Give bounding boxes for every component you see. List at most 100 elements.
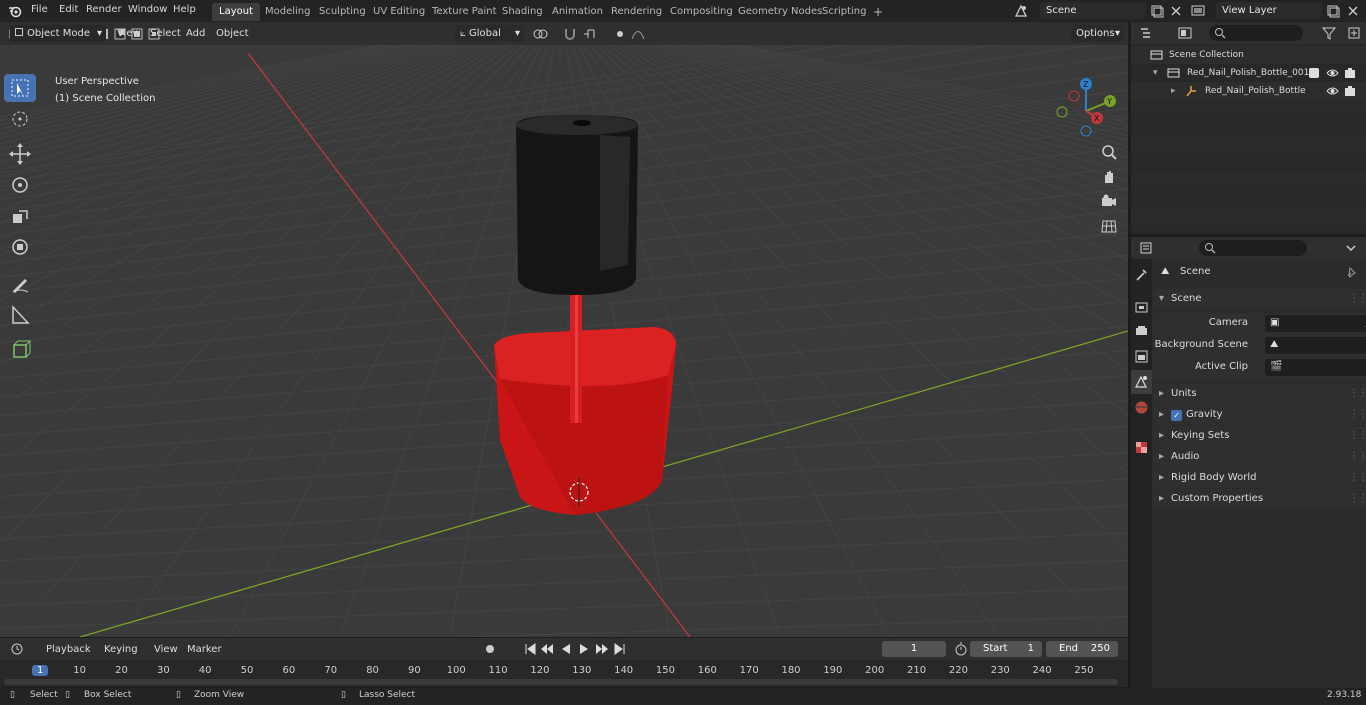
chevron-down-icon[interactable]: [1343, 240, 1359, 256]
background-scene-field[interactable]: ⛰: [1265, 337, 1366, 354]
pin-icon[interactable]: [1345, 266, 1357, 278]
add-cube-tool[interactable]: [4, 336, 36, 364]
select-box-tool[interactable]: [4, 74, 36, 102]
auto-keying-icon[interactable]: [482, 641, 498, 657]
jump-keyframe-forward-icon[interactable]: [594, 641, 610, 657]
current-frame-field[interactable]: 1: [882, 641, 946, 657]
active-clip-field[interactable]: 🎬: [1265, 359, 1366, 376]
drag-handle-icon[interactable]: ⋮⋮: [1349, 405, 1366, 425]
navigation-gizmo[interactable]: Z Y X: [1052, 75, 1122, 145]
outliner-search-input[interactable]: [1209, 25, 1303, 41]
tab-shading[interactable]: Shading: [495, 3, 550, 21]
custom-properties-panel-header[interactable]: ▸ Custom Properties ⋮⋮: [1153, 489, 1366, 509]
menu-file[interactable]: File: [31, 4, 48, 15]
transform-orientation-dropdown[interactable]: ⟀ Global ▾: [455, 25, 524, 42]
viewport-menu-object[interactable]: Object: [216, 25, 249, 42]
add-workspace-button[interactable]: +: [866, 3, 890, 21]
menu-render[interactable]: Render: [86, 4, 122, 15]
snap-target-icon[interactable]: [582, 26, 598, 42]
world-tab-icon[interactable]: [1133, 399, 1150, 416]
rotate-tool[interactable]: [4, 171, 36, 199]
object-mode-dropdown[interactable]: Object Mode ▾: [10, 25, 106, 42]
tab-uv-editing[interactable]: UV Editing: [366, 3, 432, 21]
properties-editor-icon[interactable]: [1139, 240, 1155, 256]
tool-settings-tab-icon[interactable]: [1133, 267, 1150, 284]
gravity-panel-header[interactable]: ▸ ✓ Gravity ⋮⋮: [1153, 405, 1366, 425]
units-panel-header[interactable]: ▸ Units ⋮⋮: [1153, 384, 1366, 404]
timeline-scrollbar[interactable]: [4, 679, 1118, 685]
output-tab-icon[interactable]: [1133, 323, 1150, 340]
scale-tool[interactable]: [4, 202, 36, 230]
stopwatch-icon[interactable]: [953, 641, 969, 657]
rigid-body-world-panel-header[interactable]: ▸ Rigid Body World ⋮⋮: [1153, 468, 1366, 488]
keying-sets-panel-header[interactable]: ▸ Keying Sets ⋮⋮: [1153, 426, 1366, 446]
scene-name-field[interactable]: Scene: [1040, 2, 1146, 19]
play-icon[interactable]: [576, 641, 592, 657]
play-reverse-icon[interactable]: [558, 641, 574, 657]
transform-tool[interactable]: [4, 233, 36, 261]
outliner-row-bottle-object[interactable]: ▸ Red_Nail_Polish_Bottle: [1131, 82, 1366, 100]
expand-arrow-icon[interactable]: ▸: [1171, 82, 1176, 100]
menu-window[interactable]: Window: [128, 4, 167, 15]
camera-view-icon[interactable]: [1100, 192, 1118, 210]
timeline-frames[interactable]: 1 10 20 30 40 50 60 70 80 90 100 110 120 130 140 150 160…: [0, 660, 1128, 687]
neg-x-axis-icon[interactable]: [1068, 90, 1080, 102]
drag-handle-icon[interactable]: ⋮⋮: [1349, 468, 1366, 488]
eye-icon[interactable]: [1326, 85, 1339, 97]
scene-tab-active[interactable]: [1131, 370, 1152, 394]
camera-render-icon[interactable]: [1344, 85, 1356, 97]
jump-keyframe-back-icon[interactable]: [539, 641, 555, 657]
cursor-tool[interactable]: [4, 105, 36, 133]
pan-hand-icon[interactable]: [1100, 168, 1118, 186]
start-frame-field[interactable]: Start 1: [970, 641, 1042, 657]
drag-handle-icon[interactable]: ⋮⋮: [1349, 289, 1366, 309]
timeline-menu-view[interactable]: View: [154, 641, 178, 658]
3d-viewport[interactable]: User Perspective (1) Scene Collection Z …: [0, 45, 1128, 637]
properties-search-input[interactable]: [1199, 240, 1307, 256]
tab-compositing[interactable]: Compositing: [663, 3, 740, 21]
gravity-checkbox[interactable]: ✓: [1171, 410, 1182, 421]
outliner-row-bottle-collection[interactable]: ▾ Red_Nail_Polish_Bottle_001: [1131, 64, 1366, 82]
grid-view-icon[interactable]: [1100, 217, 1118, 235]
viewport-menu-select[interactable]: Select: [150, 25, 181, 42]
scene-panel-header[interactable]: ▾ Scene ⋮⋮: [1153, 289, 1366, 309]
timeline-menu-marker[interactable]: Marker: [187, 641, 222, 658]
timeline-editor-icon[interactable]: [10, 641, 26, 657]
render-tab-icon[interactable]: [1133, 299, 1150, 316]
proportional-edit-icon[interactable]: [612, 26, 628, 42]
drag-handle-icon[interactable]: ⋮⋮: [1349, 489, 1366, 509]
texture-tab-icon[interactable]: [1133, 439, 1150, 456]
view-layer-icon[interactable]: [1190, 3, 1206, 19]
blender-logo-icon[interactable]: [8, 4, 22, 18]
tab-sculpting[interactable]: Sculpting: [312, 3, 373, 21]
new-scene-icon[interactable]: [1149, 3, 1165, 19]
drag-handle-icon[interactable]: ⋮⋮: [1349, 447, 1366, 467]
menu-edit[interactable]: Edit: [59, 4, 78, 15]
outliner-editor-icon[interactable]: [1139, 25, 1155, 41]
tab-rendering[interactable]: Rendering: [604, 3, 669, 21]
viewport-menu-view[interactable]: View: [117, 25, 141, 42]
checkbox-icon[interactable]: [1309, 68, 1319, 78]
scene-selector-icon[interactable]: [1013, 3, 1029, 19]
new-view-layer-icon[interactable]: [1325, 3, 1341, 19]
jump-start-icon[interactable]: [522, 641, 538, 657]
zoom-icon[interactable]: [1100, 143, 1118, 161]
camera-field[interactable]: ▣: [1265, 315, 1366, 332]
end-frame-field[interactable]: End 250: [1046, 641, 1118, 657]
drag-handle-icon[interactable]: ⋮⋮: [1349, 426, 1366, 446]
tab-texture-paint[interactable]: Texture Paint: [425, 3, 504, 21]
camera-render-icon[interactable]: [1344, 67, 1356, 79]
viewport-menu-add[interactable]: Add: [186, 25, 205, 42]
eye-icon[interactable]: [1326, 67, 1339, 79]
jump-end-icon[interactable]: [612, 641, 628, 657]
falloff-icon[interactable]: [630, 26, 646, 42]
tab-scripting[interactable]: Scripting: [815, 3, 873, 21]
view-layer-field[interactable]: View Layer: [1216, 2, 1322, 19]
view-layer-tab-icon[interactable]: [1133, 348, 1150, 365]
tab-animation[interactable]: Animation: [545, 3, 610, 21]
tab-layout[interactable]: Layout: [212, 3, 260, 21]
delete-scene-icon[interactable]: [1168, 3, 1184, 19]
tab-modeling[interactable]: Modeling: [258, 3, 318, 21]
menu-help[interactable]: Help: [173, 4, 196, 15]
drag-handle-icon[interactable]: ⋮⋮: [1349, 384, 1366, 404]
